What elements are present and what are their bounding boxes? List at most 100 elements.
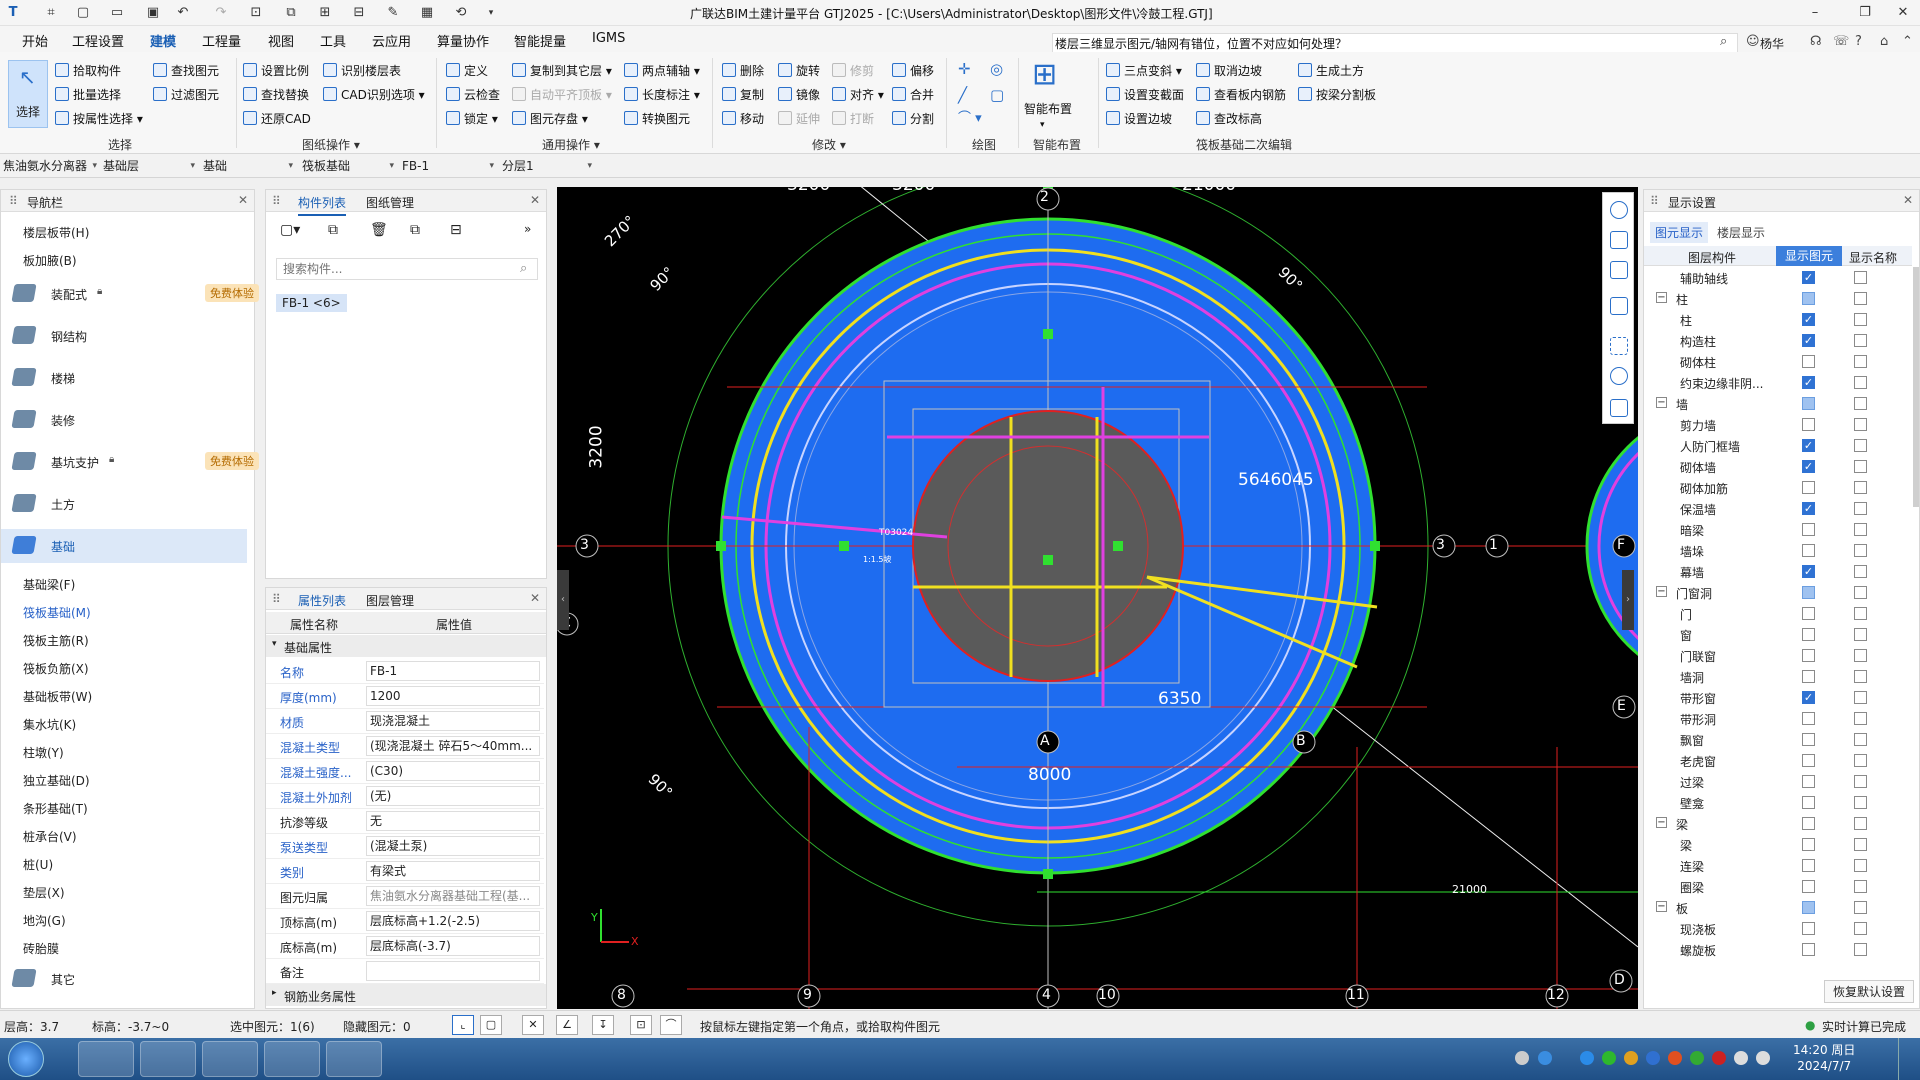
collapse-right-handle[interactable]: › [1622, 570, 1634, 630]
show-name-checkbox[interactable] [1854, 502, 1867, 515]
move-button[interactable]: 移动 [722, 110, 764, 128]
menu-tools[interactable]: 工具 [320, 31, 346, 50]
nav-cat-foundation[interactable]: 基础 [1, 529, 247, 563]
show-element-checkbox[interactable]: ✓ [1802, 334, 1815, 347]
show-name-checkbox[interactable] [1854, 670, 1867, 683]
headset-icon[interactable]: ☊ [1810, 34, 1822, 49]
set-slope-button[interactable]: 设置边坡 [1106, 110, 1172, 128]
show-element-checkbox[interactable]: ✓ [1802, 271, 1815, 284]
rect-draw-icon[interactable]: ▢ [990, 86, 1004, 104]
type-select[interactable]: 筏板基础 ▾ [302, 157, 396, 175]
show-name-checkbox[interactable] [1854, 796, 1867, 809]
close-icon[interactable]: ✕ [530, 591, 540, 605]
component-select[interactable]: FB-1 ▾ [402, 157, 496, 175]
flag-tray-icon[interactable] [1712, 1051, 1726, 1065]
nav-sub-foundation-beam[interactable]: 基础梁(F) [23, 576, 75, 593]
show-name-checkbox[interactable] [1854, 817, 1867, 830]
nav-sub-column-pier[interactable]: 柱墩(Y) [23, 744, 64, 761]
length-dim-button[interactable]: 长度标注 ▾ [624, 86, 700, 104]
convert-icon[interactable]: ⟲ [452, 4, 470, 22]
angle-toggle-icon[interactable]: ∠ [556, 1015, 578, 1035]
close-icon[interactable]: ✕ [1903, 193, 1913, 207]
close-icon[interactable]: ✕ [530, 193, 540, 207]
nav-cat-other[interactable]: 其它 [11, 962, 243, 996]
smart-layout-button[interactable]: ⊞ [1028, 58, 1068, 98]
show-element-checkbox[interactable]: ✓ [1802, 691, 1815, 704]
dynamic-input-icon[interactable]: ↧ [592, 1015, 614, 1035]
glodon-icon[interactable] [140, 1041, 196, 1077]
tab-floor-display[interactable]: 楼层显示 [1712, 222, 1770, 243]
merge-button[interactable]: 合并 [892, 86, 934, 104]
cad-icon[interactable] [264, 1041, 320, 1077]
show-element-checkbox[interactable] [1802, 922, 1815, 935]
property-value[interactable]: 焦油氨水分离器基础工程(基... [366, 886, 540, 906]
g-tray-icon[interactable] [1580, 1051, 1594, 1065]
property-value[interactable]: (混凝土泵) [366, 836, 540, 856]
show-element-checkbox[interactable] [1802, 628, 1815, 641]
split-button[interactable]: 分割 [892, 110, 934, 128]
set-scale-button[interactable]: 设置比例 [243, 62, 309, 80]
show-name-checkbox[interactable] [1854, 565, 1867, 578]
show-name-checkbox[interactable] [1854, 943, 1867, 956]
drag-handle-icon[interactable]: ⠿ [272, 194, 281, 208]
collapse-ribbon-icon[interactable]: ⌃ [1902, 34, 1913, 49]
tab-component-list[interactable]: 构件列表 [298, 194, 347, 216]
show-element-checkbox[interactable] [1802, 943, 1815, 956]
show-name-checkbox[interactable] [1854, 649, 1867, 662]
drag-handle-icon[interactable]: ⠿ [1650, 194, 1659, 208]
cad-options-button[interactable]: CAD识别选项 ▾ [323, 86, 425, 104]
scrollbar[interactable] [1913, 267, 1919, 507]
show-element-checkbox[interactable] [1802, 859, 1815, 872]
menu-modeling[interactable]: 建模 [150, 31, 177, 55]
show-name-checkbox[interactable] [1854, 754, 1867, 767]
object-snap-icon[interactable]: ⊡ [630, 1015, 652, 1035]
property-value[interactable]: FB-1 [366, 661, 540, 681]
arc-draw-icon[interactable]: ⌒ ▾ [958, 110, 982, 128]
trial-badge[interactable]: 免费体验 [205, 452, 259, 470]
app-logo-icon[interactable]: T [4, 4, 22, 22]
show-element-checkbox[interactable]: ✓ [1802, 313, 1815, 326]
minimize-button[interactable]: – [1800, 2, 1830, 24]
menu-cloud[interactable]: 云应用 [372, 31, 411, 50]
menu-project-settings[interactable]: 工程设置 [72, 31, 124, 50]
help-icon[interactable]: ? [1855, 34, 1862, 49]
show-element-checkbox[interactable] [1802, 838, 1815, 851]
collapse-icon[interactable]: − [1656, 817, 1667, 828]
app2-tray-icon[interactable] [1690, 1051, 1704, 1065]
nav-item-slab-haunch[interactable]: 板加腋(B) [23, 252, 77, 269]
open-folder-icon[interactable]: ▭ [108, 4, 126, 22]
show-name-checkbox[interactable] [1854, 292, 1867, 305]
show-element-checkbox[interactable]: ✓ [1802, 502, 1815, 515]
show-name-checkbox[interactable] [1854, 355, 1867, 368]
property-value[interactable]: (C30) [366, 761, 540, 781]
sort-icon[interactable]: ⊟ [450, 222, 462, 238]
property-value[interactable]: 现浇混凝土 [366, 711, 540, 731]
category-select[interactable]: 基础 ▾ [203, 157, 295, 175]
nav-cat-stairs[interactable]: 楼梯 [11, 361, 243, 395]
tab-layer-manage[interactable]: 图层管理 [366, 592, 414, 609]
show-element-checkbox[interactable] [1802, 796, 1815, 809]
shield-tray-icon[interactable] [1668, 1051, 1682, 1065]
point-draw-icon[interactable]: ✛ [958, 60, 971, 78]
network-tray-icon[interactable] [1756, 1051, 1770, 1065]
show-element-checkbox[interactable] [1802, 733, 1815, 746]
menu-igms[interactable]: IGMS [592, 31, 625, 46]
delete-component-icon[interactable]: 🗑︎ [370, 222, 388, 238]
smart-dropdown-icon[interactable]: ▾ [1040, 116, 1045, 134]
show-element-checkbox[interactable] [1802, 481, 1815, 494]
show-element-checkbox[interactable]: ✓ [1802, 439, 1815, 452]
help-question[interactable]: 楼层三维显示图元/轴网有错位，位置不对应如何处理？ [1055, 35, 1347, 52]
drag-handle-icon[interactable]: ⠿ [272, 592, 281, 606]
menu-collab[interactable]: 算量协作 [437, 31, 489, 50]
recognize-floor-table-button[interactable]: 识别楼层表 [323, 62, 401, 80]
delete-button[interactable]: 删除 [722, 62, 764, 80]
cube-icon[interactable] [1610, 261, 1628, 279]
offset-button[interactable]: 偏移 [892, 62, 934, 80]
show-element-checkbox[interactable] [1802, 397, 1815, 410]
show-element-checkbox[interactable] [1802, 355, 1815, 368]
define-button[interactable]: 定义 [446, 62, 488, 80]
show-name-checkbox[interactable] [1854, 607, 1867, 620]
show-element-checkbox[interactable] [1802, 649, 1815, 662]
show-element-checkbox[interactable]: ✓ [1802, 376, 1815, 389]
nav-sub-isolated-footing[interactable]: 独立基础(D) [23, 772, 90, 789]
